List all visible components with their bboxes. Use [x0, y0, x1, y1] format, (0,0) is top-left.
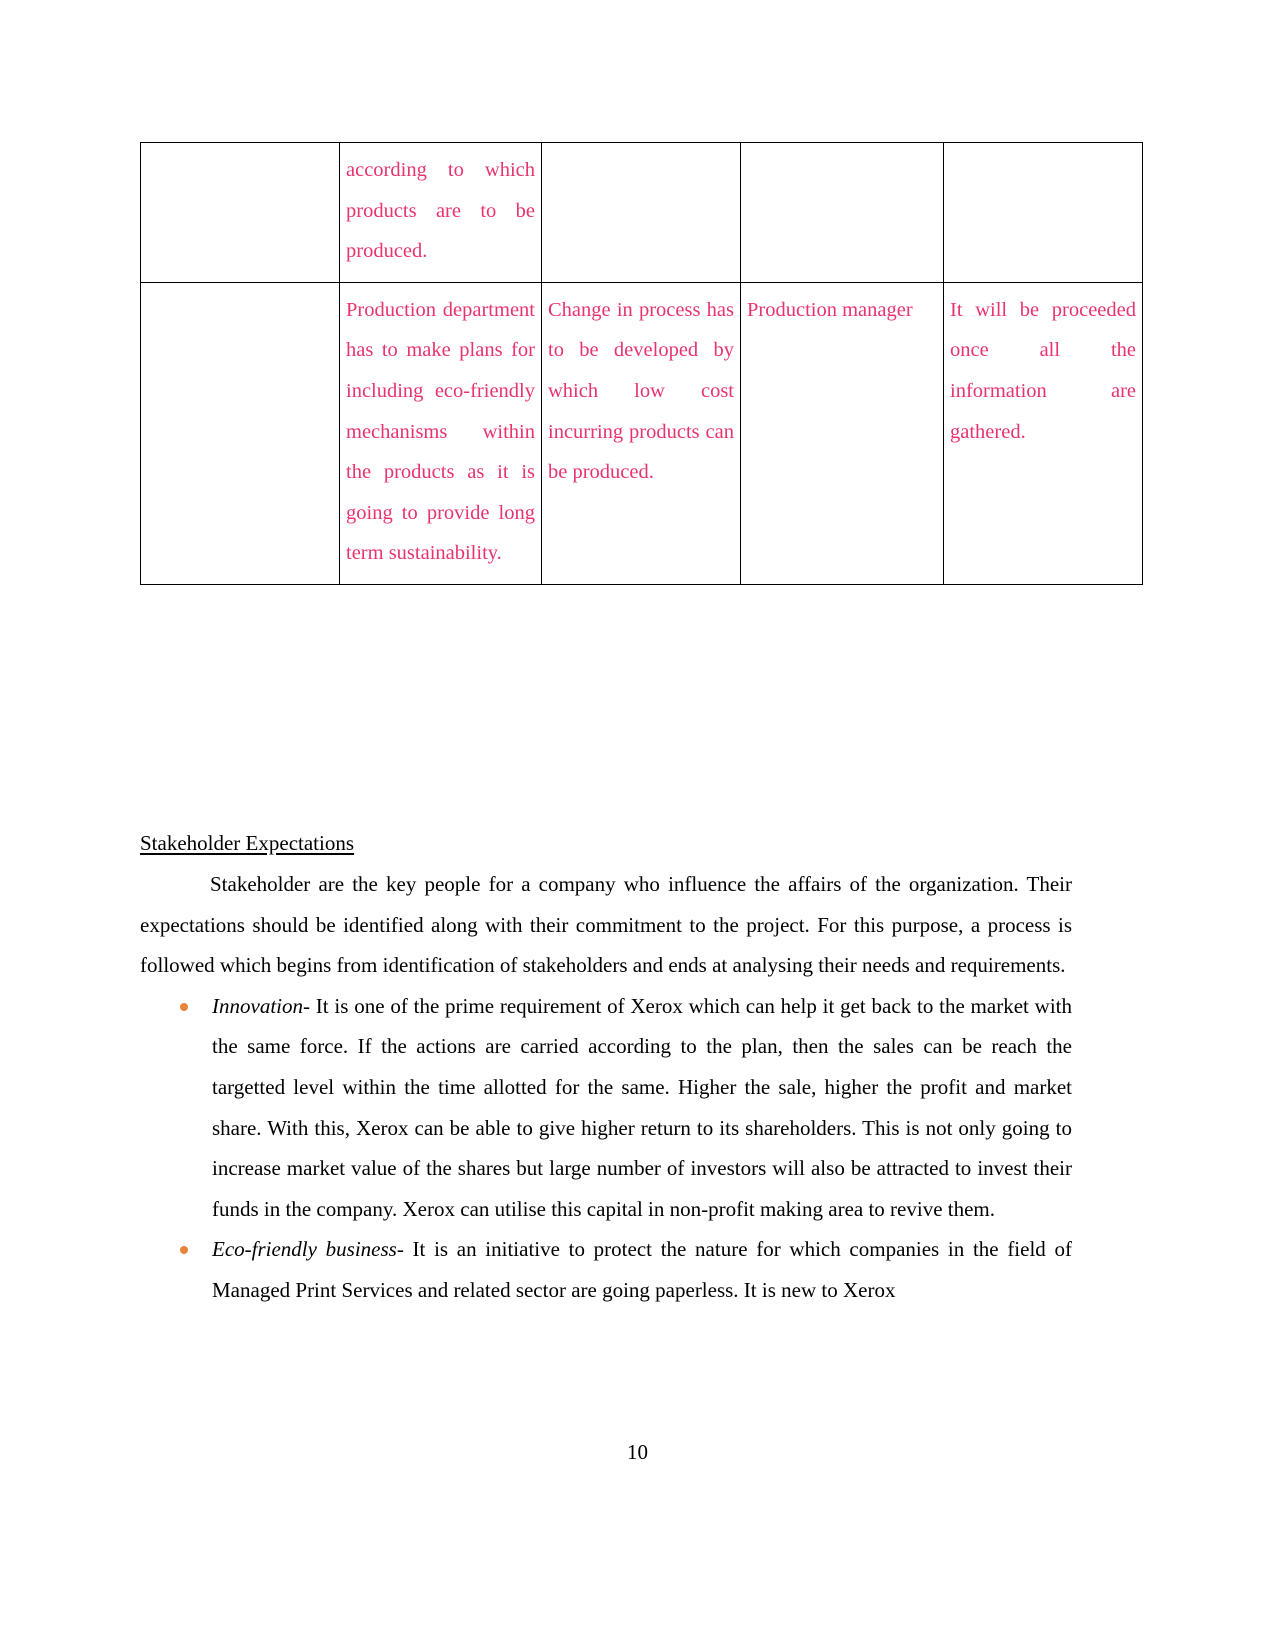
table-cell-r0c4	[943, 142, 1143, 283]
paragraph-text: Stakeholder are the key people for a com…	[140, 872, 1072, 978]
table-cell-r0c3	[740, 142, 944, 283]
table-cell-r1c3: Production manager	[740, 281, 944, 585]
section-heading-stakeholder-expectations: Stakeholder Expectations	[140, 831, 355, 855]
action-plan-table: according to which products are to be pr…	[140, 142, 1143, 585]
list-item-lead-in: Innovation	[212, 993, 303, 1018]
table-cell-r1c2: Change in process has to be developed by…	[541, 281, 741, 585]
page-number: 10	[627, 1440, 648, 1464]
cell-text: Change in process has to be developed by…	[548, 298, 734, 484]
list-item-lead-in: Eco-friendly business	[212, 1237, 397, 1262]
stakeholder-expectations-list: Innovation- It is one of the prime requi…	[140, 986, 1072, 1311]
table-cell-r1c0	[140, 281, 340, 585]
cell-text: according to which products are to be pr…	[346, 159, 535, 263]
document-page: according to which products are to be pr…	[0, 0, 1275, 1651]
list-item-separator: -	[302, 993, 316, 1018]
list-item-text: It is one of the prime requirement of Xe…	[212, 993, 1072, 1221]
list-item-separator: -	[396, 1237, 413, 1262]
cell-text: Production manager	[747, 298, 913, 321]
cell-text: Production department has to make plans …	[346, 298, 535, 565]
intro-paragraph: Stakeholder are the key people for a com…	[140, 864, 1072, 986]
table-cell-r1c1: Production department has to make plans …	[339, 281, 542, 585]
bullet-dot-icon	[180, 1002, 188, 1011]
list-item: Innovation- It is one of the prime requi…	[140, 986, 1072, 1230]
cell-text: It will be proceeded once all the inform…	[950, 298, 1136, 443]
table-container: according to which products are to be pr…	[140, 142, 1143, 585]
list-item: Eco-friendly business- It is an initiati…	[140, 1229, 1072, 1310]
table-cell-r0c1: according to which products are to be pr…	[339, 142, 542, 283]
table-cell-r0c2	[541, 142, 741, 283]
table-row: according to which products are to be pr…	[140, 142, 1143, 283]
table-cell-r1c4: It will be proceeded once all the inform…	[943, 281, 1143, 585]
bullet-dot-icon	[180, 1246, 188, 1255]
body-content: Stakeholder Expectations Stakeholder are…	[140, 828, 1072, 1311]
table-cell-r0c0	[140, 142, 340, 283]
table-row: Production department has to make plans …	[140, 281, 1143, 585]
